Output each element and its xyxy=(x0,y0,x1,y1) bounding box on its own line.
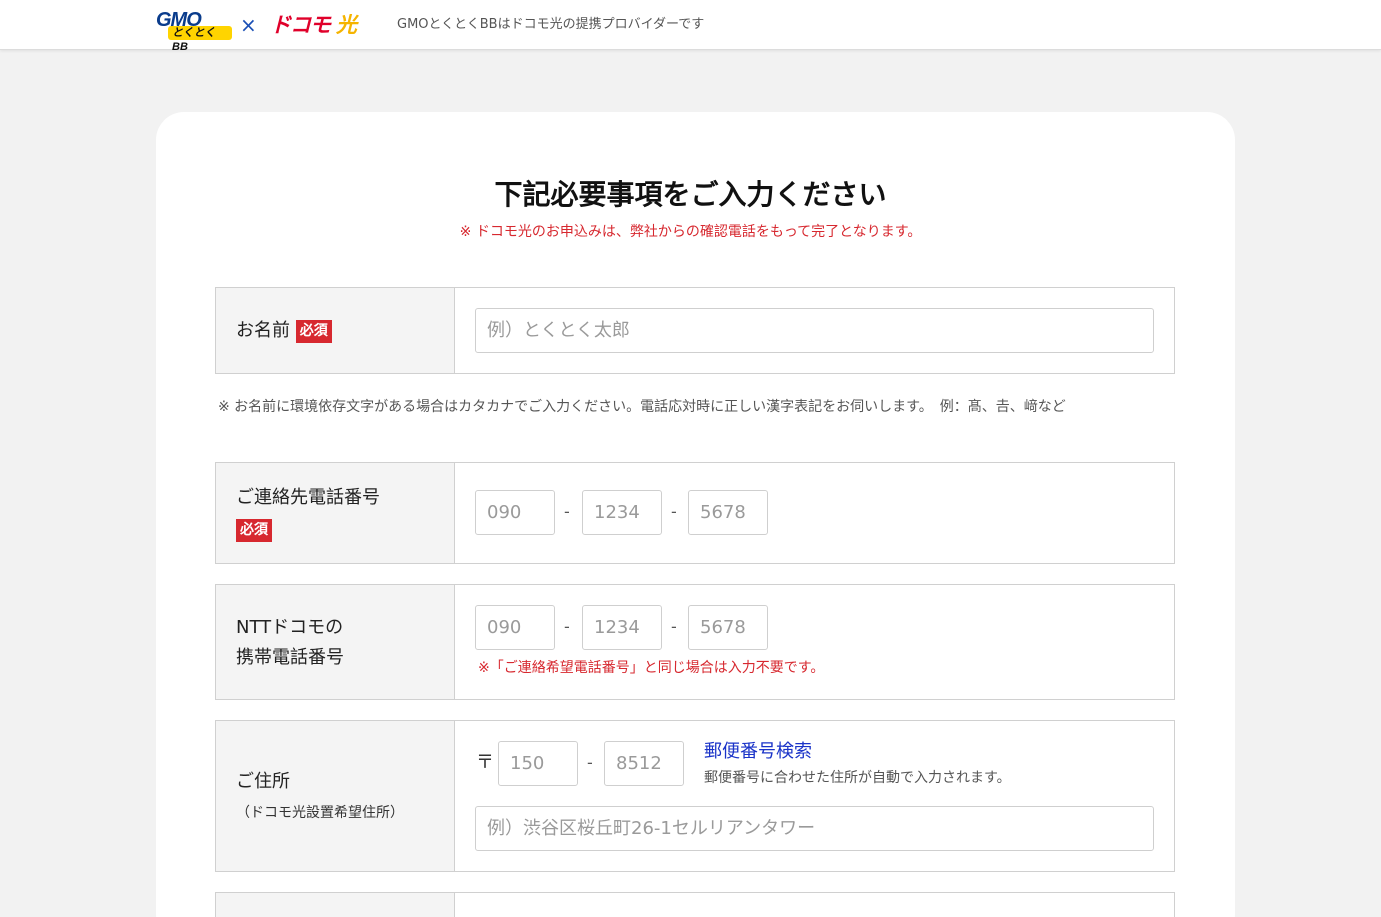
phone-dash: - xyxy=(671,617,677,636)
name-character-note: ※ お名前に環境依存文字がある場合はカタカナでご入力ください。電話応対時に正しい… xyxy=(218,399,1066,415)
docomo-phone-label-line1: NTTドコモの xyxy=(236,617,344,638)
address-input[interactable] xyxy=(475,806,1154,851)
address-label-cell: ご住所 （ドコモ光設置希望住所） xyxy=(216,721,455,871)
contact-phone-label-cell: ご連絡先電話番号 必須 xyxy=(216,463,455,563)
confirmation-call-note: ※ ドコモ光のお申込みは、弊社からの確認電話をもって完了となります。 xyxy=(459,224,922,240)
provider-note: GMOとくとくBBはドコモ光の提携プロバイダーです xyxy=(397,17,705,32)
phone-dash: - xyxy=(564,617,570,636)
docomo-hikari-logo: ドコモ光 xyxy=(270,12,357,38)
zip-help-text: 郵便番号に合わせた住所が自動で入力されます。 xyxy=(704,770,1011,786)
next-form-row xyxy=(215,892,1175,917)
phone-dash: - xyxy=(671,502,677,521)
tokutoku-logo-text: とくとくBB xyxy=(168,26,232,53)
hikari-logo-text: 光 xyxy=(336,13,357,37)
collab-x-icon: × xyxy=(240,13,257,37)
gmo-tokutoku-logo[interactable]: GMO とくとくBB xyxy=(156,9,232,53)
address-sublabel: （ドコモ光設置希望住所） xyxy=(236,805,404,821)
docomo-phone-label-line2: 携帯電話番号 xyxy=(236,647,344,668)
zip-part2-input[interactable] xyxy=(604,741,684,786)
required-badge: 必須 xyxy=(295,319,332,343)
phone-dash: - xyxy=(564,502,570,521)
zip-search-link[interactable]: 郵便番号検索 xyxy=(704,739,812,765)
docomo-logo-text: ドコモ xyxy=(270,13,331,37)
next-label-cell xyxy=(216,893,455,917)
zip-part1-input[interactable] xyxy=(498,741,578,786)
required-badge: 必須 xyxy=(236,518,272,542)
contact-phone-required: 必須 xyxy=(236,515,272,545)
name-label-text: お名前 xyxy=(236,320,290,341)
docomo-phone-part1-input[interactable] xyxy=(475,605,555,650)
name-label-cell: お名前 必須 xyxy=(216,288,455,373)
zip-dash: - xyxy=(587,753,593,772)
docomo-phone-part3-input[interactable] xyxy=(688,605,768,650)
top-header: GMO とくとくBB × ドコモ光 GMOとくとくBBはドコモ光の提携プロバイダ… xyxy=(0,0,1381,53)
name-label: お名前 必須 xyxy=(236,316,332,346)
contact-phone-part3-input[interactable] xyxy=(688,490,768,535)
docomo-phone-label-cell: NTTドコモの 携帯電話番号 xyxy=(216,585,455,699)
address-label: ご住所 xyxy=(236,771,290,792)
name-input[interactable] xyxy=(475,308,1154,353)
postal-mark-icon: 〒 xyxy=(476,752,494,773)
contact-phone-label: ご連絡先電話番号 xyxy=(236,487,380,508)
docomo-phone-part2-input[interactable] xyxy=(582,605,662,650)
contact-phone-part2-input[interactable] xyxy=(582,490,662,535)
docomo-phone-note: ※「ご連絡希望電話番号」と同じ場合は入力不要です。 xyxy=(478,660,825,676)
contact-phone-part1-input[interactable] xyxy=(475,490,555,535)
form-title: 下記必要事項をご入力ください xyxy=(494,178,887,211)
